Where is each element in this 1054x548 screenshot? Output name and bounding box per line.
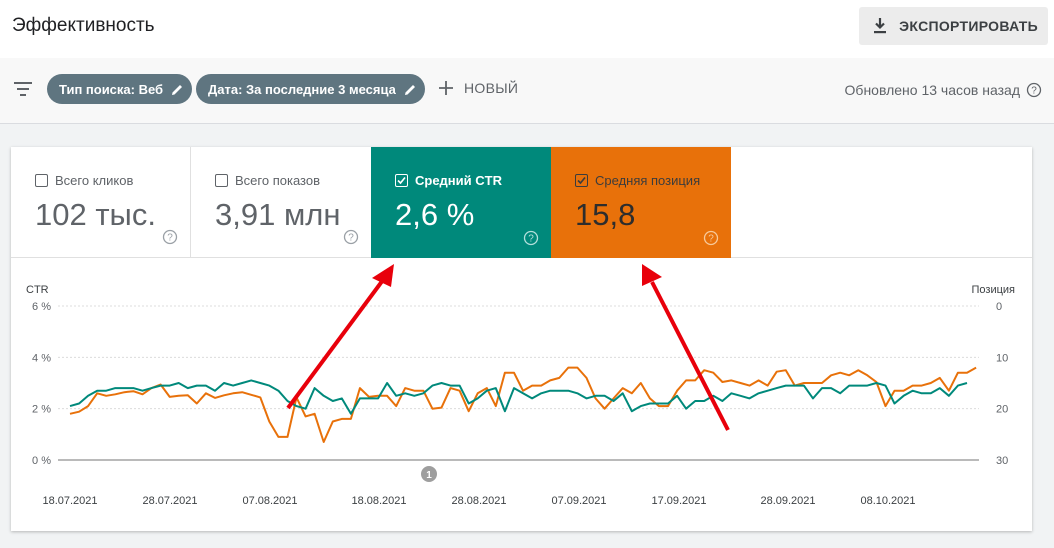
arrow-to-position: [642, 264, 730, 431]
arrow-to-ctr: [286, 264, 394, 410]
arrow-overlay: [286, 264, 730, 431]
